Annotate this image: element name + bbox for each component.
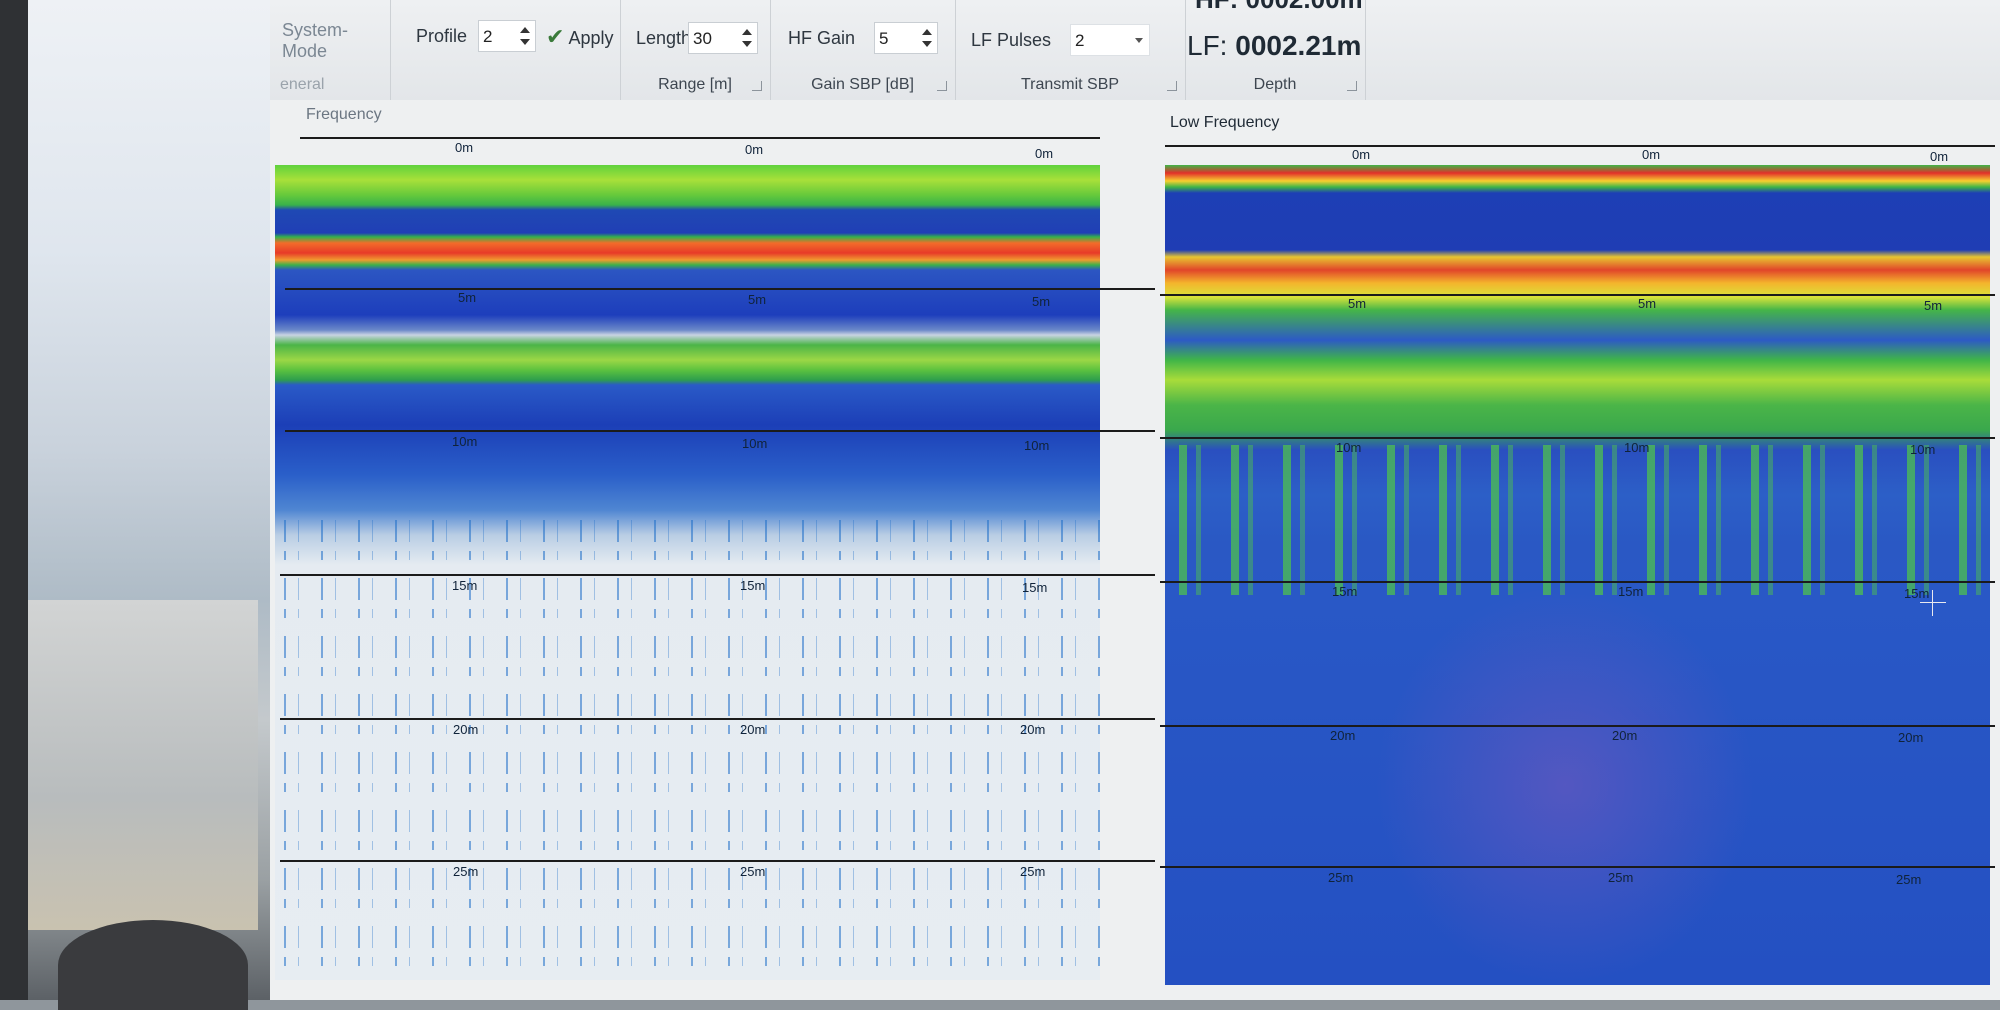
group-range: Length 30 Range [m]: [620, 0, 771, 100]
group-profile: Profile 2 ✔ Apply: [390, 0, 621, 100]
depth-label: 15m: [1332, 584, 1358, 599]
depth-label: 10m: [1624, 440, 1650, 455]
depth-line-0m-right: [1165, 145, 1995, 147]
group-general-caption: eneral: [280, 76, 325, 93]
spinner-arrows-icon[interactable]: [920, 26, 934, 50]
lf-echogram[interactable]: [1165, 165, 1990, 985]
gain-caption: Gain SBP [dB]: [811, 76, 914, 93]
depth-label: 5m: [1032, 294, 1051, 309]
depth-label: 20m: [740, 722, 766, 737]
depth-label: 20m: [1020, 722, 1046, 737]
lf-pulses-combobox[interactable]: 2: [1070, 24, 1150, 56]
dialog-launcher-icon[interactable]: [937, 81, 947, 91]
length-spinner[interactable]: 30: [688, 22, 758, 54]
system-mode-button[interactable]: System-Mode: [282, 20, 390, 62]
screen-reflection: [28, 0, 298, 1010]
lf-reflection-shadow: [1375, 585, 1755, 985]
hf-gain-label: HF Gain: [788, 28, 856, 48]
depth-line-15m-right: [1160, 581, 1995, 583]
checkmark-icon: ✔: [546, 24, 565, 49]
apply-button[interactable]: ✔ Apply: [546, 24, 613, 50]
lf-pulses-value: 2: [1075, 31, 1085, 50]
dialog-launcher-icon[interactable]: [1347, 81, 1357, 91]
dropdown-arrow-icon[interactable]: [1135, 38, 1143, 47]
depth-label: 20m: [1612, 728, 1638, 743]
lf-panel-title: Low Frequency: [1170, 114, 1280, 131]
hf-gain-value: 5: [879, 29, 889, 48]
depth-label: 5m: [1924, 298, 1943, 313]
depth-label: 10m: [1910, 442, 1936, 457]
depth-label: 0m: [455, 140, 474, 155]
ribbon-toolbar: System-Mode eneral Profile 2 ✔ Apply Leng…: [270, 0, 2000, 101]
lf-sub-bottom-stripes: [1165, 445, 1990, 595]
depth-label: 0m: [1930, 149, 1949, 164]
depth-label: 5m: [458, 290, 477, 305]
depth-label: 15m: [452, 578, 478, 593]
lf-depth-key: LF:: [1187, 30, 1228, 61]
depth-label: 15m: [740, 578, 766, 593]
depth-caption: Depth: [1253, 76, 1297, 93]
crosshair-cursor-icon: [1920, 602, 1946, 603]
hf-depth-readout: HF: 0002.00m: [1195, 0, 1363, 15]
profile-label: Profile: [416, 26, 468, 46]
depth-label: 0m: [1352, 147, 1371, 162]
depth-line-20m-right: [1160, 725, 1995, 727]
reflection-sea: [28, 600, 258, 930]
depth-label: 10m: [1336, 440, 1362, 455]
depth-label: 15m: [1022, 580, 1048, 595]
spinner-arrows-icon[interactable]: [740, 26, 754, 50]
apply-label: Apply: [568, 28, 614, 48]
lf-depth-value: 0002.21m: [1235, 30, 1362, 61]
reflection-object: [58, 920, 248, 1010]
crosshair-cursor-icon: [1932, 590, 1933, 616]
group-transmit: LF Pulses 2 Transmit SBP: [955, 0, 1186, 100]
profile-value: 2: [483, 27, 493, 46]
profile-spinner[interactable]: 2: [478, 20, 536, 52]
depth-line-15m-left: [280, 574, 1155, 576]
hf-noise-speckle: [275, 520, 1100, 980]
depth-label: 5m: [748, 292, 767, 307]
hf-panel-title: Frequency: [306, 106, 382, 123]
depth-label: 5m: [1348, 296, 1367, 311]
depth-line-10m-left: [285, 430, 1155, 432]
dialog-launcher-icon[interactable]: [1167, 81, 1177, 91]
dialog-launcher-icon[interactable]: [752, 81, 762, 91]
depth-line-0m-left: [300, 137, 1100, 139]
length-label: Length: [636, 28, 692, 48]
depth-label: 0m: [745, 142, 764, 157]
depth-label: 15m: [1618, 584, 1644, 599]
lf-pulses-label: LF Pulses: [971, 30, 1052, 50]
depth-line-5m-left: [285, 288, 1155, 290]
depth-line-25m-left: [280, 860, 1155, 862]
depth-label: 5m: [1638, 296, 1657, 311]
depth-label: 10m: [452, 434, 478, 449]
group-gain: HF Gain 5 Gain SBP [dB]: [770, 0, 956, 100]
spinner-arrows-icon[interactable]: [518, 24, 532, 48]
depth-label: 20m: [453, 722, 479, 737]
group-depth: HF: 0002.00m LF: 0002.21m Depth: [1185, 0, 1366, 100]
depth-label: 10m: [742, 436, 768, 451]
depth-label: 25m: [740, 864, 766, 879]
depth-line-10m-right: [1160, 437, 1995, 439]
depth-label: 20m: [1898, 730, 1924, 745]
group-general: System-Mode eneral: [270, 0, 391, 100]
depth-line-5m-right: [1160, 294, 1995, 296]
depth-label: 25m: [1020, 864, 1046, 879]
depth-label: 0m: [1035, 146, 1054, 161]
depth-label: 25m: [1896, 872, 1922, 887]
depth-label: 20m: [1330, 728, 1356, 743]
depth-label: 25m: [1608, 870, 1634, 885]
hf-gain-spinner[interactable]: 5: [874, 22, 938, 54]
depth-label: 25m: [1328, 870, 1354, 885]
depth-label: 10m: [1024, 438, 1050, 453]
depth-label: 0m: [1642, 147, 1661, 162]
lf-depth-readout: LF: 0002.21m: [1187, 30, 1361, 62]
length-value: 30: [693, 29, 712, 48]
depth-label: 25m: [453, 864, 479, 879]
depth-line-25m-right: [1160, 866, 1995, 868]
transmit-caption: Transmit SBP: [1020, 76, 1120, 93]
depth-line-20m-left: [280, 718, 1155, 720]
range-caption: Range [m]: [658, 76, 732, 93]
depth-label: 15m: [1904, 586, 1930, 601]
